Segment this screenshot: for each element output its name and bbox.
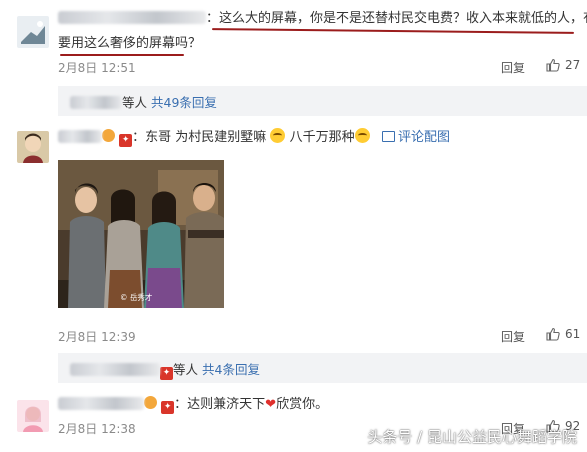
reply-summary-box[interactable]: 等人 共49条回复	[58, 86, 587, 116]
comment-text-line: ✦ ：东哥 为村民建别墅嘛 八千万那种 评论配图	[58, 128, 450, 147]
comment-timestamp: 2月8日 12:51	[58, 61, 136, 75]
vip-badge-icon	[102, 129, 115, 142]
thumbs-up-icon	[546, 327, 560, 341]
view-replies-link[interactable]: 共49条回复	[151, 95, 217, 110]
watermark: 头条号 / 昆山公益民心舞蹈学院	[367, 428, 577, 446]
reply-summary: 等人 共49条回复	[70, 92, 217, 111]
red-envelope-badge-icon: ✦	[119, 134, 133, 147]
comment-text-2: 八千万那种	[289, 130, 355, 145]
reply-people-label: 等人	[122, 95, 148, 110]
like-count: 61	[565, 327, 581, 341]
like-button[interactable]: 61	[546, 327, 580, 341]
red-envelope-badge-icon: ✦	[160, 367, 173, 380]
reply-summary-box[interactable]: ✦ 等人 共4条回复	[58, 353, 587, 383]
vip-badge-icon	[144, 396, 157, 409]
username-blurred	[70, 363, 160, 376]
comment-text-line-1: ：这么大的屏幕，你是不是还替村民交电费？收入本来就低的人，有必	[58, 10, 587, 28]
photo-caption: © 岳秀才	[120, 292, 153, 302]
reply-summary: ✦ 等人 共4条回复	[70, 359, 260, 380]
reply-button[interactable]: 回复	[501, 59, 525, 76]
comment-text-continued: 要用这么奢侈的屏幕吗？	[58, 36, 202, 51]
username-blurred[interactable]	[58, 11, 206, 24]
avatar[interactable]	[17, 400, 49, 432]
avatar[interactable]	[17, 16, 49, 48]
comment-text: ：达则兼济天下	[174, 397, 266, 412]
comment-text: ：东哥 为村民建别墅嘛	[132, 130, 267, 145]
like-count: 27	[565, 58, 581, 72]
comment-text: ：这么大的屏幕，你是不是还替村民交电费？收入本来就低的人，有必	[206, 11, 587, 26]
smiling-cat-emoji-icon	[270, 128, 286, 143]
thumbs-up-icon	[546, 58, 560, 72]
reply-button[interactable]: 回复	[501, 328, 525, 345]
comment-text-2: 欣赏你。	[276, 397, 329, 412]
comment-photo[interactable]: © 岳秀才	[58, 160, 224, 308]
comment-timestamp: 2月8日 12:39	[58, 330, 136, 344]
comment-timestamp: 2月8日 12:38	[58, 422, 136, 436]
username-blurred[interactable]	[58, 397, 144, 410]
laughing-emoji-icon	[354, 128, 370, 143]
highlight-underline	[211, 28, 575, 34]
username-blurred	[70, 96, 122, 109]
comment-text-line: ✦ ：达则兼济天下❤欣赏你。	[58, 396, 328, 414]
image-icon	[381, 131, 395, 142]
comment-text-line-2: 要用这么奢侈的屏幕吗？	[58, 35, 201, 53]
comment-image-link[interactable]: 评论配图	[381, 130, 450, 145]
highlight-underline-2	[60, 54, 184, 56]
username-blurred[interactable]	[58, 130, 102, 143]
view-replies-link[interactable]: 共4条回复	[202, 362, 260, 377]
red-envelope-badge-icon: ✦	[161, 401, 175, 414]
like-button[interactable]: 27	[546, 58, 580, 72]
heart-icon: ❤	[265, 397, 277, 412]
reply-people-label: 等人	[173, 362, 199, 377]
avatar[interactable]	[17, 131, 49, 163]
